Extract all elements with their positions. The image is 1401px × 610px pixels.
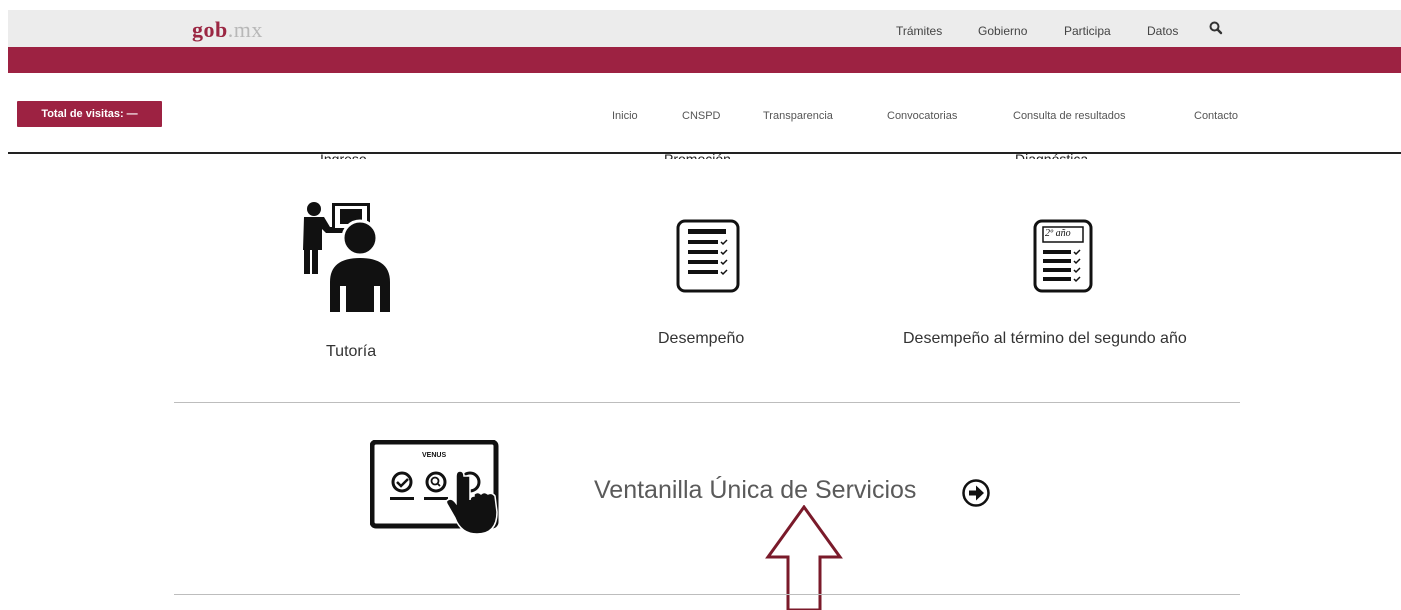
header-link-datos[interactable]: Datos bbox=[1147, 24, 1178, 38]
nav-transparencia[interactable]: Transparencia bbox=[763, 110, 833, 122]
visits-counter-badge: Total de visitas: — bbox=[17, 101, 162, 127]
checklist-second-year-icon[interactable]: 2º año bbox=[1032, 218, 1094, 294]
venus-tablet-icon[interactable]: VENUS bbox=[370, 440, 520, 550]
logo-bold-text: gob bbox=[192, 17, 228, 42]
arrow-right-circle-icon[interactable] bbox=[961, 478, 991, 508]
card-label-desempeno-segundo-ano[interactable]: Desempeño al término del segundo año bbox=[903, 330, 1187, 348]
section-divider-top bbox=[174, 402, 1240, 403]
nav-consulta-resultados[interactable]: Consulta de resultados bbox=[1013, 110, 1126, 122]
section-divider-bottom bbox=[174, 594, 1240, 595]
venus-screen-label: VENUS bbox=[422, 452, 447, 459]
search-icon[interactable] bbox=[1208, 20, 1224, 36]
nav-inicio[interactable]: Inicio bbox=[612, 110, 638, 122]
header-link-participa[interactable]: Participa bbox=[1064, 24, 1111, 38]
gob-mx-logo[interactable]: gob.mx bbox=[192, 17, 263, 43]
brand-band bbox=[8, 47, 1401, 73]
card-label-tutoria[interactable]: Tutoría bbox=[326, 343, 376, 361]
logo-dim-text: .mx bbox=[227, 17, 263, 42]
nav-convocatorias[interactable]: Convocatorias bbox=[887, 110, 957, 122]
card-label-desempeno[interactable]: Desempeño bbox=[658, 330, 744, 348]
second-year-badge: 2º año bbox=[1045, 228, 1071, 239]
header-divider bbox=[8, 152, 1401, 154]
ventanilla-unica-link[interactable]: Ventanilla Única de Servicios bbox=[594, 476, 916, 505]
nav-contacto[interactable]: Contacto bbox=[1194, 110, 1238, 122]
teacher-tutor-icon[interactable] bbox=[296, 200, 400, 312]
nav-cnspd[interactable]: CNSPD bbox=[682, 110, 721, 122]
header-link-tramites[interactable]: Trámites bbox=[896, 24, 942, 38]
checklist-icon[interactable] bbox=[675, 218, 741, 294]
header-link-gobierno[interactable]: Gobierno bbox=[978, 24, 1027, 38]
